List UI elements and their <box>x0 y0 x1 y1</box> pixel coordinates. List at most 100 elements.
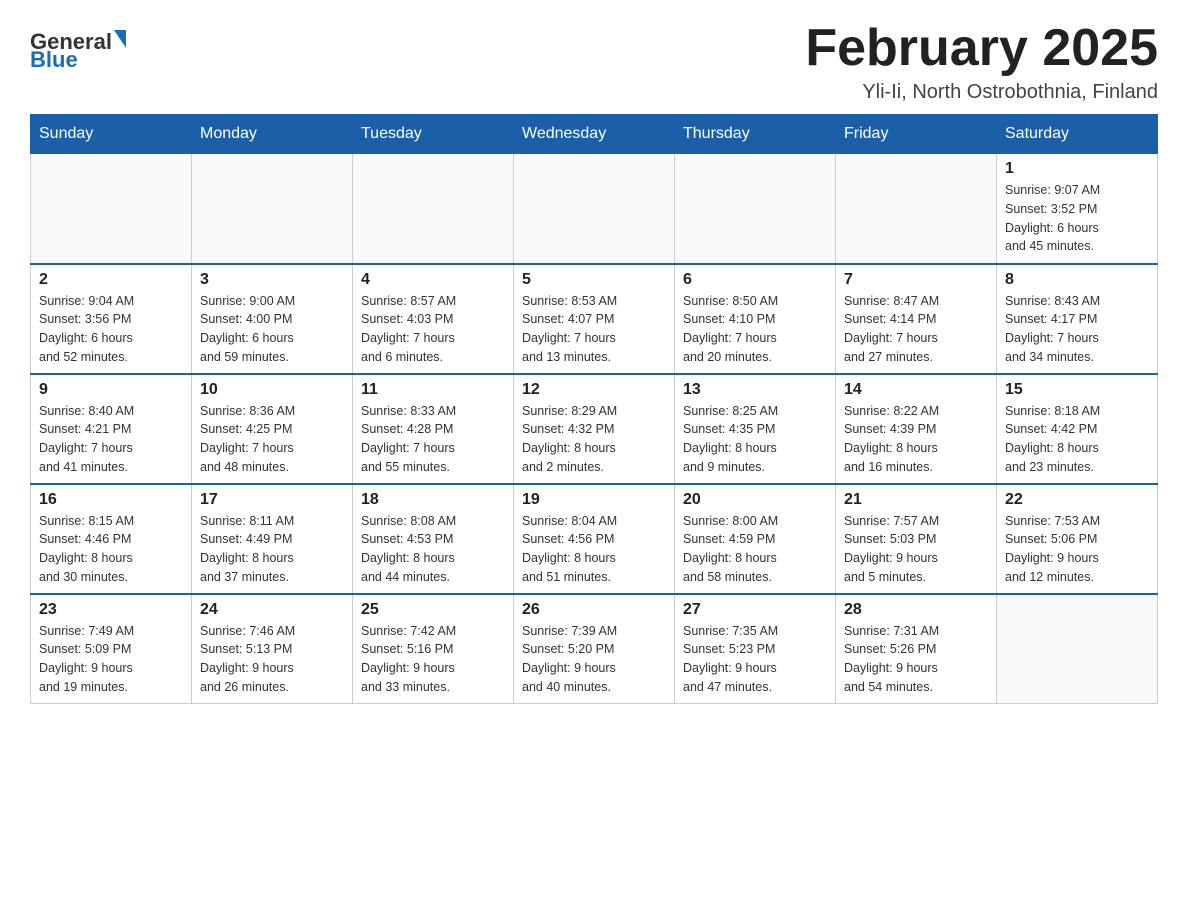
day-number: 25 <box>361 601 505 619</box>
calendar-cell: 25 Sunrise: 7:42 AMSunset: 5:16 PMDayligh… <box>353 594 514 704</box>
calendar-cell: 7 Sunrise: 8:47 AMSunset: 4:14 PMDaylight… <box>836 264 997 374</box>
calendar-cell: 16Sunrise: 8:15 AMSunset: 4:46 PMDayligh… <box>31 484 192 594</box>
calendar-cell: 10 Sunrise: 8:36 AMSunset: 4:25 PMDayligh… <box>192 374 353 484</box>
day-info: Sunrise: 8:40 AMSunset: 4:21 PMDaylight:… <box>39 402 183 477</box>
day-info: Sunrise: 8:29 AMSunset: 4:32 PMDaylight:… <box>522 402 666 477</box>
day-info: Sunrise: 8:00 AMSunset: 4:59 PMDaylight:… <box>683 512 827 587</box>
day-number: 19 <box>522 491 666 509</box>
calendar-cell: 23 Sunrise: 7:49 AMSunset: 5:09 PMDayligh… <box>31 594 192 704</box>
day-info: Sunrise: 8:36 AMSunset: 4:25 PMDaylight:… <box>200 402 344 477</box>
calendar-table: SundayMondayTuesdayWednesdayThursdayFrid… <box>30 114 1158 704</box>
day-number: 8 <box>1005 271 1149 289</box>
calendar-cell: 20 Sunrise: 8:00 AMSunset: 4:59 PMDayligh… <box>675 484 836 594</box>
day-info: Sunrise: 8:11 AMSunset: 4:49 PMDaylight:… <box>200 512 344 587</box>
day-header-tuesday: Tuesday <box>353 115 514 154</box>
day-info: Sunrise: 7:42 AMSunset: 5:16 PMDaylight:… <box>361 622 505 697</box>
day-info: Sunrise: 8:04 AMSunset: 4:56 PMDaylight:… <box>522 512 666 587</box>
calendar-title: February 2025 <box>805 20 1158 77</box>
page-header: General Blue February 2025 Yli-Ii, North… <box>30 20 1158 104</box>
calendar-week-row: 16Sunrise: 8:15 AMSunset: 4:46 PMDayligh… <box>31 484 1158 594</box>
day-info: Sunrise: 8:43 AMSunset: 4:17 PMDaylight:… <box>1005 292 1149 367</box>
calendar-cell: 12 Sunrise: 8:29 AMSunset: 4:32 PMDayligh… <box>514 374 675 484</box>
day-number: 27 <box>683 601 827 619</box>
calendar-cell: 18 Sunrise: 8:08 AMSunset: 4:53 PMDayligh… <box>353 484 514 594</box>
day-info: Sunrise: 8:33 AMSunset: 4:28 PMDaylight:… <box>361 402 505 477</box>
logo: General Blue <box>30 30 126 71</box>
calendar-week-row: 2 Sunrise: 9:04 AMSunset: 3:56 PMDaylight… <box>31 264 1158 374</box>
calendar-cell: 19 Sunrise: 8:04 AMSunset: 4:56 PMDayligh… <box>514 484 675 594</box>
day-number: 21 <box>844 491 988 509</box>
calendar-cell: 15 Sunrise: 8:18 AMSunset: 4:42 PMDayligh… <box>997 374 1158 484</box>
day-header-sunday: Sunday <box>31 115 192 154</box>
day-number: 18 <box>361 491 505 509</box>
calendar-cell <box>192 154 353 264</box>
calendar-week-row: 1 Sunrise: 9:07 AMSunset: 3:52 PMDaylight… <box>31 154 1158 264</box>
day-number: 1 <box>1005 160 1149 178</box>
day-info: Sunrise: 8:53 AMSunset: 4:07 PMDaylight:… <box>522 292 666 367</box>
day-info: Sunrise: 8:25 AMSunset: 4:35 PMDaylight:… <box>683 402 827 477</box>
calendar-cell: 26Sunrise: 7:39 AMSunset: 5:20 PMDayligh… <box>514 594 675 704</box>
calendar-cell: 4Sunrise: 8:57 AMSunset: 4:03 PMDaylight… <box>353 264 514 374</box>
calendar-cell: 24Sunrise: 7:46 AMSunset: 5:13 PMDayligh… <box>192 594 353 704</box>
calendar-cell: 1 Sunrise: 9:07 AMSunset: 3:52 PMDaylight… <box>997 154 1158 264</box>
day-info: Sunrise: 9:07 AMSunset: 3:52 PMDaylight:… <box>1005 181 1149 256</box>
calendar-cell: 21 Sunrise: 7:57 AMSunset: 5:03 PMDayligh… <box>836 484 997 594</box>
day-info: Sunrise: 8:50 AMSunset: 4:10 PMDaylight:… <box>683 292 827 367</box>
calendar-cell: 11 Sunrise: 8:33 AMSunset: 4:28 PMDayligh… <box>353 374 514 484</box>
calendar-cell: 5Sunrise: 8:53 AMSunset: 4:07 PMDaylight… <box>514 264 675 374</box>
calendar-cell: 22Sunrise: 7:53 AMSunset: 5:06 PMDayligh… <box>997 484 1158 594</box>
day-number: 23 <box>39 601 183 619</box>
day-number: 14 <box>844 381 988 399</box>
calendar-cell <box>675 154 836 264</box>
day-header-wednesday: Wednesday <box>514 115 675 154</box>
day-info: Sunrise: 9:04 AMSunset: 3:56 PMDaylight:… <box>39 292 183 367</box>
day-number: 4 <box>361 271 505 289</box>
day-info: Sunrise: 8:15 AMSunset: 4:46 PMDaylight:… <box>39 512 183 587</box>
day-number: 6 <box>683 271 827 289</box>
day-info: Sunrise: 8:18 AMSunset: 4:42 PMDaylight:… <box>1005 402 1149 477</box>
calendar-cell <box>514 154 675 264</box>
day-info: Sunrise: 8:47 AMSunset: 4:14 PMDaylight:… <box>844 292 988 367</box>
calendar-cell: 2 Sunrise: 9:04 AMSunset: 3:56 PMDaylight… <box>31 264 192 374</box>
calendar-week-row: 23 Sunrise: 7:49 AMSunset: 5:09 PMDayligh… <box>31 594 1158 704</box>
calendar-cell <box>836 154 997 264</box>
calendar-week-row: 9 Sunrise: 8:40 AMSunset: 4:21 PMDaylight… <box>31 374 1158 484</box>
day-number: 7 <box>844 271 988 289</box>
day-number: 20 <box>683 491 827 509</box>
day-info: Sunrise: 7:53 AMSunset: 5:06 PMDaylight:… <box>1005 512 1149 587</box>
header-row: SundayMondayTuesdayWednesdayThursdayFrid… <box>31 115 1158 154</box>
day-info: Sunrise: 9:00 AMSunset: 4:00 PMDaylight:… <box>200 292 344 367</box>
day-number: 28 <box>844 601 988 619</box>
day-info: Sunrise: 8:08 AMSunset: 4:53 PMDaylight:… <box>361 512 505 587</box>
day-number: 3 <box>200 271 344 289</box>
calendar-subtitle: Yli-Ii, North Ostrobothnia, Finland <box>805 81 1158 104</box>
day-number: 15 <box>1005 381 1149 399</box>
day-number: 17 <box>200 491 344 509</box>
day-header-thursday: Thursday <box>675 115 836 154</box>
day-number: 2 <box>39 271 183 289</box>
calendar-cell: 13 Sunrise: 8:25 AMSunset: 4:35 PMDayligh… <box>675 374 836 484</box>
calendar-cell: 9 Sunrise: 8:40 AMSunset: 4:21 PMDaylight… <box>31 374 192 484</box>
day-number: 12 <box>522 381 666 399</box>
day-info: Sunrise: 7:35 AMSunset: 5:23 PMDaylight:… <box>683 622 827 697</box>
day-info: Sunrise: 7:31 AMSunset: 5:26 PMDaylight:… <box>844 622 988 697</box>
calendar-cell: 27 Sunrise: 7:35 AMSunset: 5:23 PMDayligh… <box>675 594 836 704</box>
day-info: Sunrise: 7:57 AMSunset: 5:03 PMDaylight:… <box>844 512 988 587</box>
day-number: 9 <box>39 381 183 399</box>
day-number: 10 <box>200 381 344 399</box>
calendar-cell: 14 Sunrise: 8:22 AMSunset: 4:39 PMDayligh… <box>836 374 997 484</box>
calendar-cell <box>997 594 1158 704</box>
day-number: 11 <box>361 381 505 399</box>
day-header-monday: Monday <box>192 115 353 154</box>
calendar-cell: 17 Sunrise: 8:11 AMSunset: 4:49 PMDayligh… <box>192 484 353 594</box>
calendar-cell: 3 Sunrise: 9:00 AMSunset: 4:00 PMDaylight… <box>192 264 353 374</box>
calendar-cell: 8 Sunrise: 8:43 AMSunset: 4:17 PMDaylight… <box>997 264 1158 374</box>
calendar-cell: 28 Sunrise: 7:31 AMSunset: 5:26 PMDayligh… <box>836 594 997 704</box>
day-number: 24 <box>200 601 344 619</box>
logo-blue: Blue <box>30 49 78 71</box>
calendar-cell <box>353 154 514 264</box>
day-info: Sunrise: 8:22 AMSunset: 4:39 PMDaylight:… <box>844 402 988 477</box>
day-info: Sunrise: 7:49 AMSunset: 5:09 PMDaylight:… <box>39 622 183 697</box>
calendar-cell <box>31 154 192 264</box>
day-number: 13 <box>683 381 827 399</box>
